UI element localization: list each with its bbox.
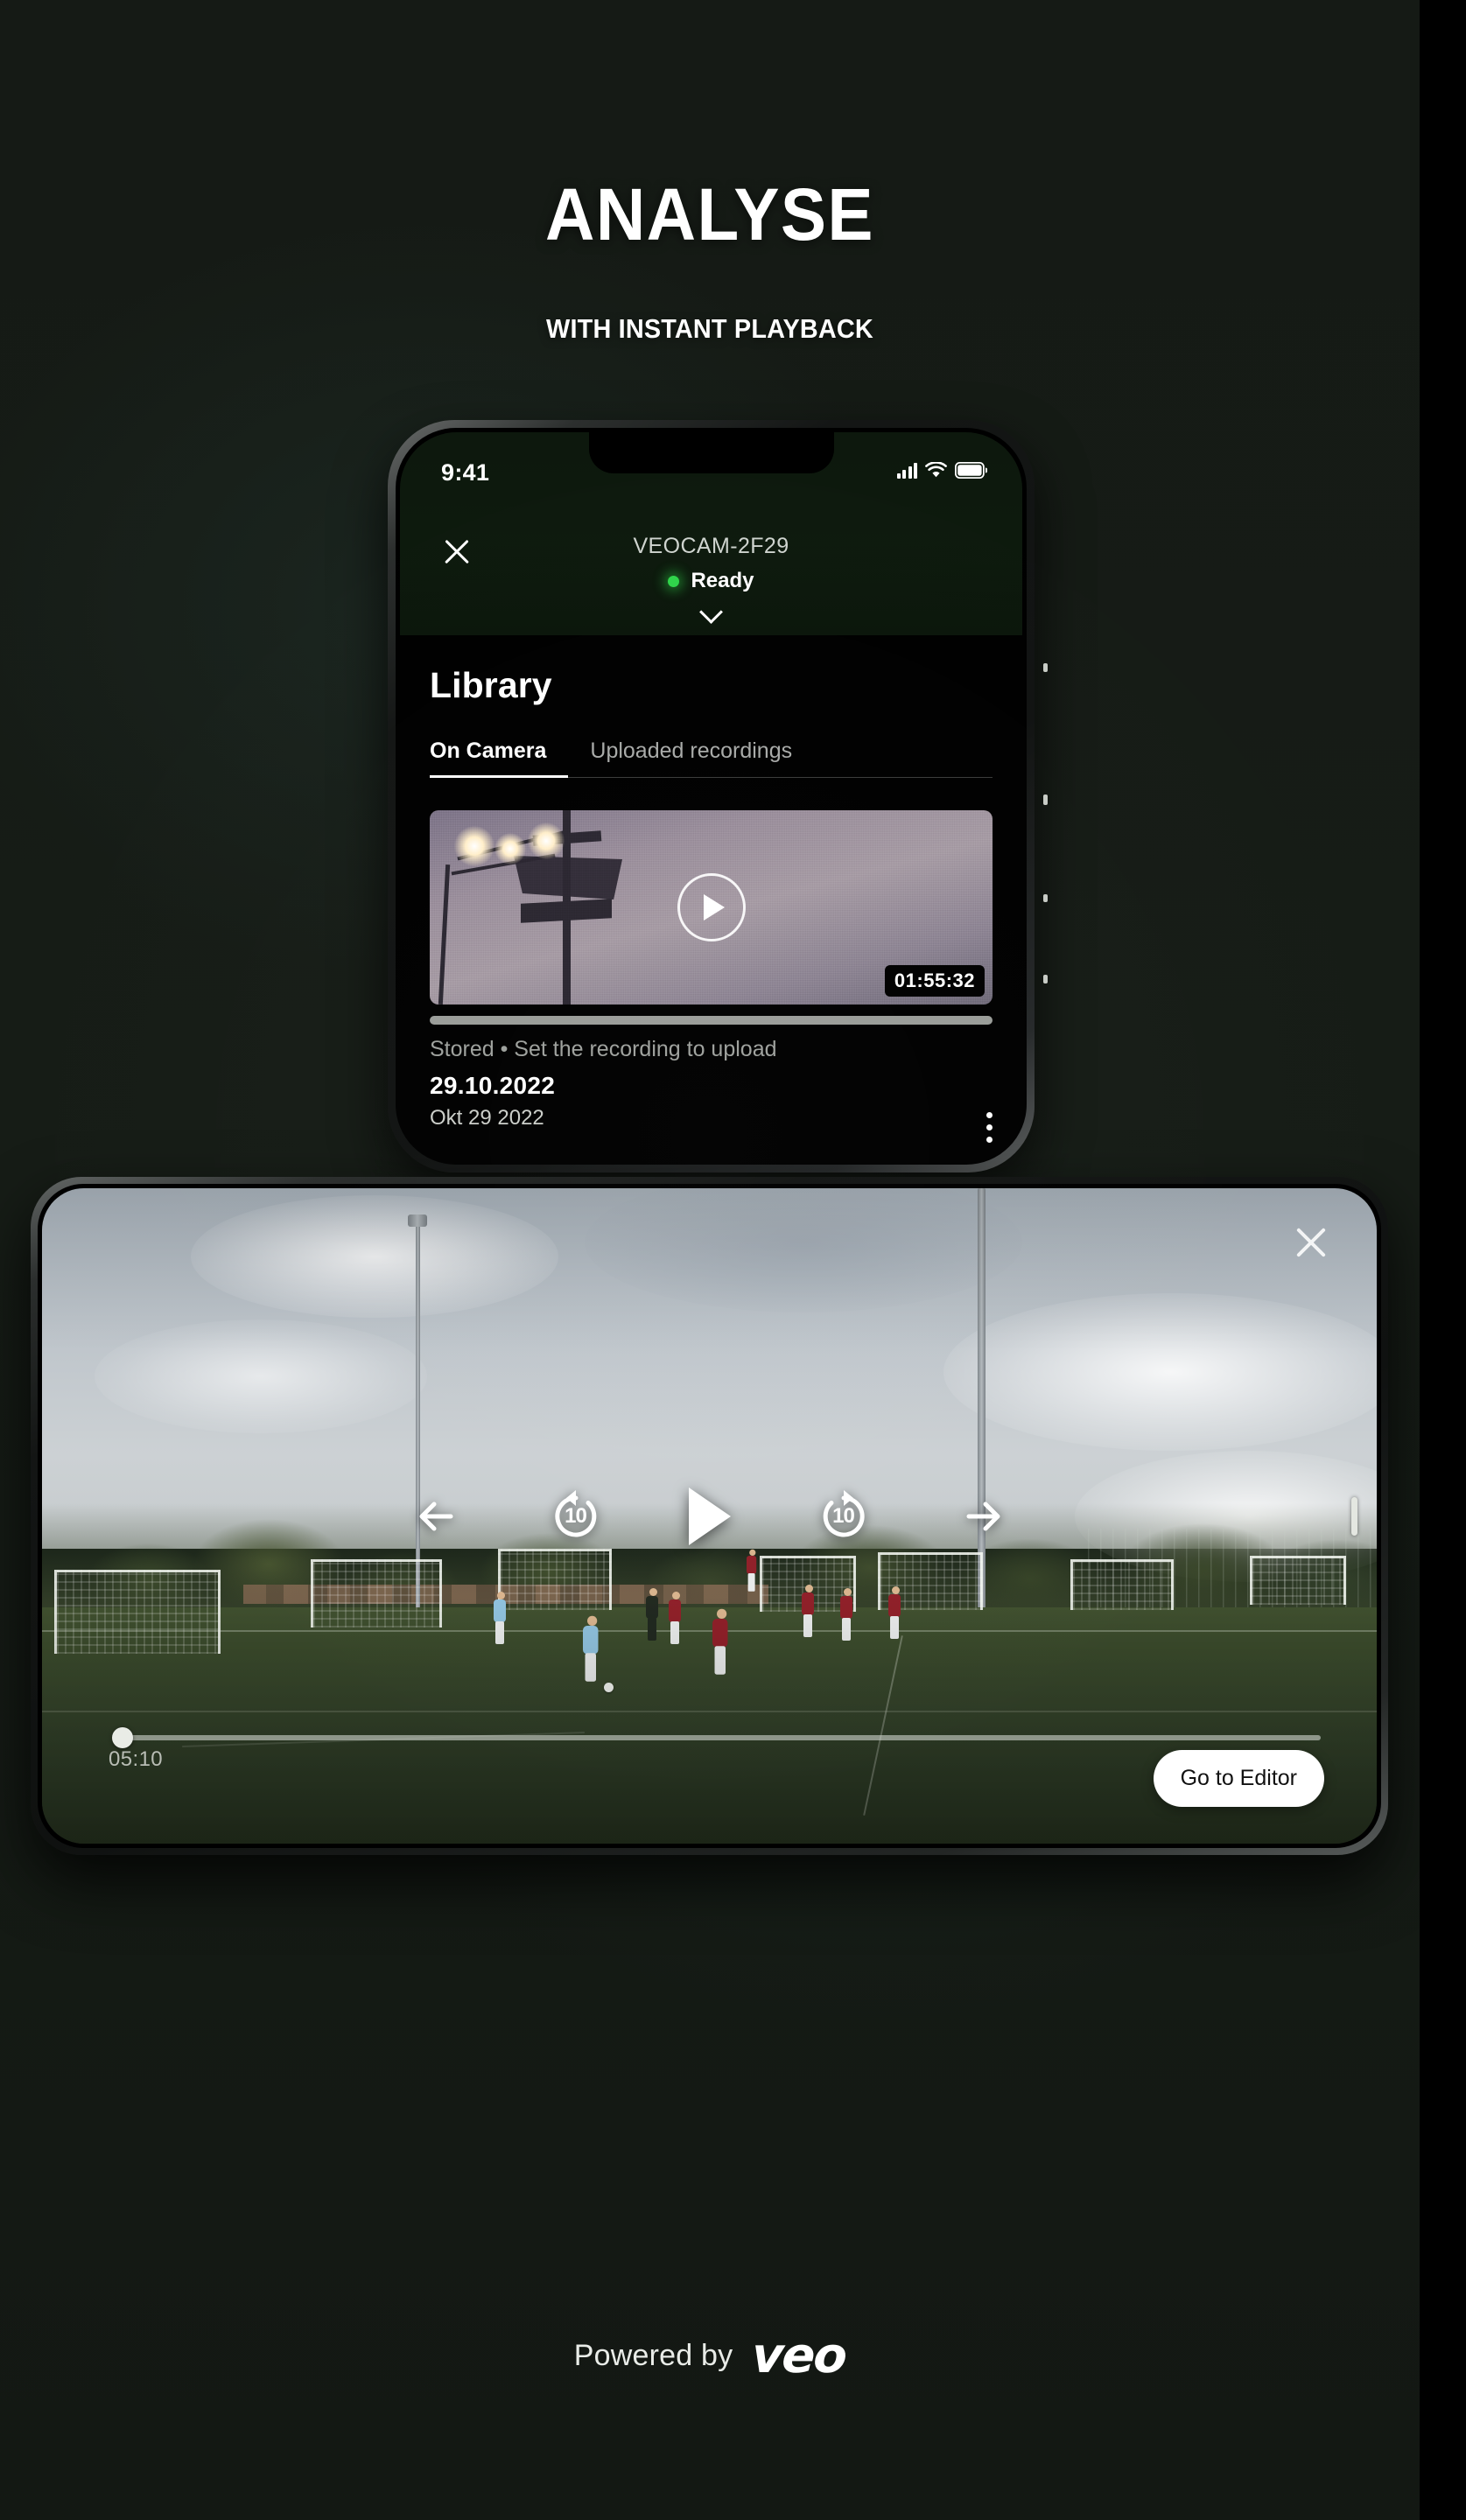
battery-icon xyxy=(955,462,987,479)
portrait-phone-mockup: 9:41 VEOCAM-2F29 Ready Library On Camera… xyxy=(388,420,1035,1172)
cloud xyxy=(191,1195,558,1318)
video-timeline-slider[interactable] xyxy=(112,1727,1321,1748)
football-pitch xyxy=(42,1607,1377,1844)
close-icon[interactable] xyxy=(1294,1225,1329,1260)
camera-status: Ready xyxy=(400,569,1022,593)
pitch-line-diagonal xyxy=(863,1635,903,1816)
cloud xyxy=(95,1320,427,1433)
floodlight-head-left xyxy=(408,1214,427,1227)
rewind-10-icon[interactable]: 10 xyxy=(547,1488,605,1545)
camera-connection-header: 9:41 VEOCAM-2F29 Ready xyxy=(400,432,1022,635)
pitch-line-touchline xyxy=(42,1711,1377,1713)
status-bar: 9:41 xyxy=(400,457,1022,492)
phone-bezel: 10 10 05:10 Go to Editor xyxy=(38,1184,1381,1848)
forward-seconds-label: 10 xyxy=(832,1503,855,1528)
goal-far-right xyxy=(1070,1559,1174,1610)
recording-duration: 01:55:32 xyxy=(884,965,985,997)
landscape-phone-mockup: 10 10 05:10 Go to Editor xyxy=(31,1177,1388,1855)
rewind-seconds-label: 10 xyxy=(565,1503,587,1528)
tab-uploaded-recordings[interactable]: Uploaded recordings xyxy=(590,738,792,778)
cloud xyxy=(943,1293,1377,1451)
scroll-tick-3 xyxy=(1043,894,1048,902)
phone-screen: 9:41 VEOCAM-2F29 Ready Library On Camera… xyxy=(400,432,1022,1160)
scroll-tick-4 xyxy=(1043,975,1048,984)
footer-branding: Powered by veo xyxy=(0,2328,1420,2384)
scroll-tick-2 xyxy=(1043,794,1048,805)
forward-10-icon[interactable]: 10 xyxy=(815,1488,873,1545)
goal-left-far xyxy=(54,1570,221,1654)
library-title: Library xyxy=(430,665,552,705)
status-bar-indicators xyxy=(896,462,987,479)
active-tab-underline xyxy=(430,775,568,778)
goal-far-right-2 xyxy=(1250,1556,1346,1605)
recording-date-long: Okt 29 2022 xyxy=(430,1106,544,1130)
recording-upload-status: Stored • Set the recording to upload xyxy=(430,1037,777,1061)
pitch-line-horizontal xyxy=(42,1630,1377,1633)
drag-handle-icon[interactable] xyxy=(1351,1496,1357,1536)
status-bar-time: 9:41 xyxy=(441,459,490,486)
current-time-label: 05:10 xyxy=(109,1747,164,1771)
goal-behind xyxy=(498,1549,612,1610)
upload-progress-bar xyxy=(430,1016,993,1025)
video-player-screen: 10 10 05:10 Go to Editor xyxy=(42,1188,1377,1844)
football xyxy=(604,1683,614,1692)
status-dot-green-icon xyxy=(668,575,680,587)
library-panel: Library On Camera Uploaded recordings 01… xyxy=(400,635,1022,1160)
tab-on-camera[interactable]: On Camera xyxy=(430,738,546,778)
library-tabs: On Camera Uploaded recordings xyxy=(430,738,993,778)
timeline-scrubber-handle[interactable] xyxy=(112,1727,133,1748)
arrow-right-icon[interactable] xyxy=(957,1491,1007,1542)
go-to-editor-button[interactable]: Go to Editor xyxy=(1153,1750,1324,1807)
page-canvas: ANALYSE WITH INSTANT PLAYBACK 9:41 VEOCA… xyxy=(0,0,1466,2520)
recording-date: 29.10.2022 xyxy=(430,1072,556,1099)
promo-stage: ANALYSE WITH INSTANT PLAYBACK 9:41 VEOCA… xyxy=(0,0,1420,2520)
kebab-menu-icon[interactable] xyxy=(986,1112,993,1143)
page-subtitle: WITH INSTANT PLAYBACK xyxy=(546,313,873,344)
goal-centre xyxy=(311,1559,442,1628)
scroll-tick-1 xyxy=(1043,663,1048,672)
recording-thumbnail[interactable]: 01:55:32 xyxy=(430,810,993,1004)
veo-logo: veo xyxy=(750,2328,847,2384)
wifi-icon xyxy=(925,462,947,478)
powered-by-label: Powered by xyxy=(573,2339,733,2372)
phone-bezel: 9:41 VEOCAM-2F29 Ready Library On Camera… xyxy=(396,428,1027,1165)
camera-status-label: Ready xyxy=(691,569,754,592)
camera-name: VEOCAM-2F29 xyxy=(633,534,789,558)
play-icon[interactable] xyxy=(677,873,746,942)
page-title: ANALYSE xyxy=(545,173,874,256)
arrow-left-icon[interactable] xyxy=(412,1491,463,1542)
chevron-down-icon[interactable] xyxy=(700,604,723,616)
cellular-signal-icon xyxy=(896,462,917,479)
